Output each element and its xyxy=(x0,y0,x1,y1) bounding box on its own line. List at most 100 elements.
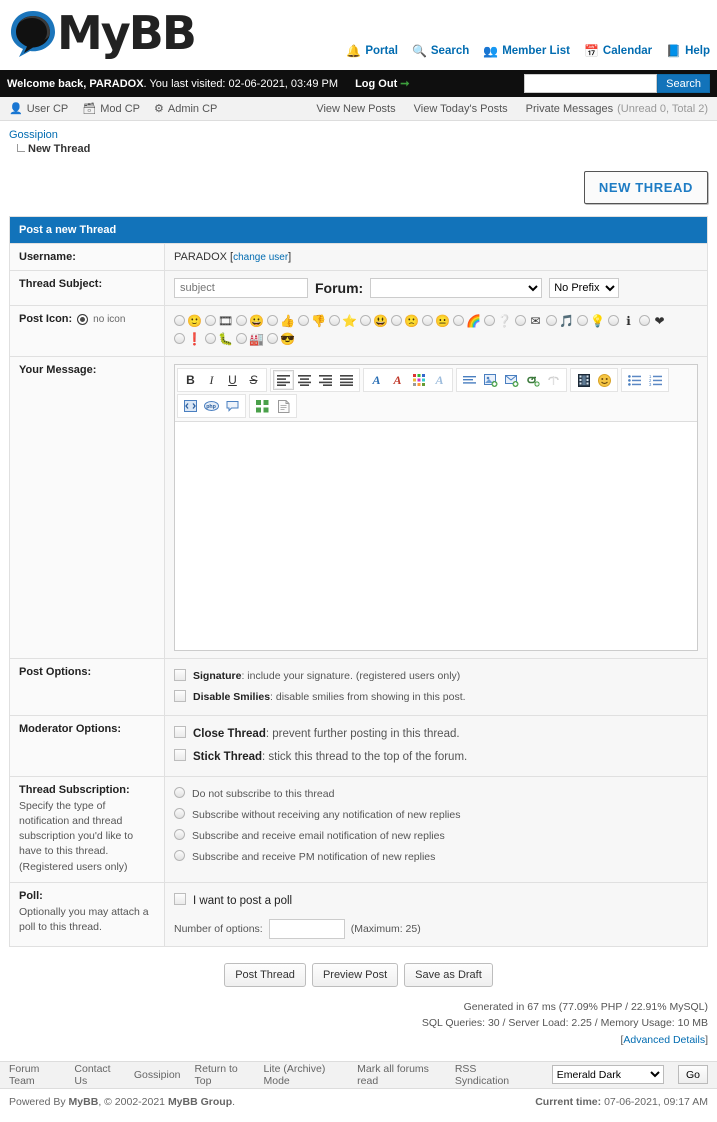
insert-image-icon[interactable] xyxy=(480,370,501,390)
theme-select[interactable]: Emerald Dark xyxy=(552,1065,664,1084)
post-icon-option[interactable]: 😐 xyxy=(422,313,450,328)
post-poll-checkbox[interactable] xyxy=(174,893,186,905)
new-thread-button[interactable]: NEW THREAD xyxy=(584,171,708,204)
align-right-icon[interactable] xyxy=(315,370,336,390)
insert-email-icon[interactable] xyxy=(501,370,522,390)
change-user-link[interactable]: change user xyxy=(233,252,288,263)
no-icon-radio[interactable] xyxy=(77,314,88,325)
font-size-icon[interactable]: A xyxy=(387,370,408,390)
code-block-icon[interactable] xyxy=(180,396,201,416)
stick-thread-checkbox[interactable] xyxy=(174,749,186,761)
post-icon-option[interactable]: ❤ xyxy=(639,313,667,328)
subscription-option[interactable]: Subscribe and receive email notification… xyxy=(174,826,698,847)
post-icon-radio[interactable] xyxy=(453,315,464,326)
post-icon-radio[interactable] xyxy=(360,315,371,326)
post-icon-radio[interactable] xyxy=(205,315,216,326)
sidebar-item-admin-cp[interactable]: ⚙ Admin CP xyxy=(154,102,217,115)
post-icon-radio[interactable] xyxy=(639,315,650,326)
post-icon-option[interactable]: ✉ xyxy=(515,313,543,328)
close-thread-checkbox[interactable] xyxy=(174,726,186,738)
footer-link-contact-us[interactable]: Contact Us xyxy=(74,1063,119,1087)
preview-post-button[interactable]: Preview Post xyxy=(312,963,398,987)
unlink-icon[interactable] xyxy=(543,370,564,390)
source-mode-icon[interactable] xyxy=(252,396,273,416)
font-color-icon[interactable] xyxy=(408,370,429,390)
post-icon-radio[interactable] xyxy=(515,315,526,326)
php-code-icon[interactable]: php xyxy=(201,396,222,416)
post-icon-option[interactable]: ⭐ xyxy=(329,313,357,328)
poll-options-input[interactable] xyxy=(269,919,345,939)
message-textarea[interactable] xyxy=(175,422,697,650)
post-icon-radio[interactable] xyxy=(577,315,588,326)
post-icon-radio[interactable] xyxy=(174,315,185,326)
remove-format-icon[interactable]: A xyxy=(429,370,450,390)
post-icon-option[interactable]: 🐛 xyxy=(205,331,233,346)
site-logo[interactable]: MyBB xyxy=(7,3,195,63)
post-icon-radio[interactable] xyxy=(267,333,278,344)
bold-icon[interactable]: B xyxy=(180,370,201,390)
prefix-select[interactable]: No Prefix xyxy=(549,278,619,298)
subscribe-email-radio[interactable] xyxy=(174,829,185,840)
italic-icon[interactable]: I xyxy=(201,370,222,390)
insert-link-icon[interactable] xyxy=(522,370,543,390)
post-icon-option[interactable]: 🙂 xyxy=(174,313,202,328)
thread-subject-input[interactable] xyxy=(174,278,308,298)
poll-option-row[interactable]: I want to post a poll xyxy=(174,890,698,913)
post-icon-option[interactable]: ℹ xyxy=(608,313,636,328)
footer-link-forum-team[interactable]: Forum Team xyxy=(9,1063,60,1087)
post-icon-radio[interactable] xyxy=(608,315,619,326)
option-stick-thread[interactable]: Stick Thread: stick this thread to the t… xyxy=(174,746,698,769)
link-private-messages[interactable]: Private Messages (Unread 0, Total 2) xyxy=(526,103,708,115)
post-icon-option[interactable]: 💡 xyxy=(577,313,605,328)
option-signature[interactable]: Signature: include your signature. (regi… xyxy=(174,666,698,687)
post-icon-radio[interactable] xyxy=(546,315,557,326)
nav-link-calendar[interactable]: 📅 Calendar xyxy=(584,45,652,57)
align-left-icon[interactable] xyxy=(273,370,294,390)
post-icon-option[interactable]: 🎞 xyxy=(205,313,233,328)
footer-link-mark-read[interactable]: Mark all forums read xyxy=(357,1063,441,1087)
nav-link-portal[interactable]: 🔔 Portal xyxy=(346,45,398,57)
breadcrumb-forum-link[interactable]: Gossipion xyxy=(9,129,58,141)
post-icon-radio[interactable] xyxy=(236,315,247,326)
no-subscribe-radio[interactable] xyxy=(174,787,185,798)
header-search-input[interactable] xyxy=(524,74,657,93)
mybb-group-link[interactable]: MyBB Group xyxy=(168,1096,232,1108)
align-center-icon[interactable] xyxy=(294,370,315,390)
option-close-thread[interactable]: Close Thread: prevent further posting in… xyxy=(174,723,698,746)
post-thread-button[interactable]: Post Thread xyxy=(224,963,306,987)
disable-smilies-checkbox[interactable] xyxy=(174,690,186,702)
theme-go-button[interactable]: Go xyxy=(678,1065,708,1084)
post-icon-option[interactable]: 😎 xyxy=(267,331,295,346)
post-icon-option[interactable]: 🏭 xyxy=(236,331,264,346)
unordered-list-icon[interactable] xyxy=(624,370,645,390)
post-icon-radio[interactable] xyxy=(205,333,216,344)
nav-link-member-list[interactable]: 👥 Member List xyxy=(483,45,570,57)
post-icon-radio[interactable] xyxy=(422,315,433,326)
link-view-new-posts[interactable]: View New Posts xyxy=(316,103,395,115)
post-icon-option[interactable]: 👎 xyxy=(298,313,326,328)
footer-link-rss[interactable]: RSS Syndication xyxy=(455,1063,524,1087)
post-icon-radio[interactable] xyxy=(174,333,185,344)
forum-select[interactable] xyxy=(370,278,542,298)
post-icon-option[interactable]: 👍 xyxy=(267,313,295,328)
subscription-option[interactable]: Do not subscribe to this thread xyxy=(174,784,698,805)
post-icon-radio[interactable] xyxy=(298,315,309,326)
post-icon-radio[interactable] xyxy=(484,315,495,326)
nav-link-help[interactable]: 📘 Help xyxy=(666,45,710,57)
sidebar-item-user-cp[interactable]: 👤 User CP xyxy=(9,102,68,115)
view-source-icon[interactable] xyxy=(273,396,294,416)
signature-checkbox[interactable] xyxy=(174,669,186,681)
font-family-icon[interactable]: A xyxy=(366,370,387,390)
align-justify-icon[interactable] xyxy=(336,370,357,390)
subscription-option[interactable]: Subscribe and receive PM notification of… xyxy=(174,847,698,868)
quote-icon[interactable] xyxy=(222,396,243,416)
underline-icon[interactable]: U xyxy=(222,370,243,390)
post-icon-option[interactable]: 😃 xyxy=(360,313,388,328)
mybb-link[interactable]: MyBB xyxy=(69,1096,99,1108)
emoticon-icon[interactable] xyxy=(594,370,615,390)
header-search-button[interactable]: Search xyxy=(657,74,710,93)
post-icon-radio[interactable] xyxy=(391,315,402,326)
subscribe-pm-radio[interactable] xyxy=(174,850,185,861)
post-icon-option[interactable]: ❔ xyxy=(484,313,512,328)
nav-link-search[interactable]: 🔍 Search xyxy=(412,45,469,57)
